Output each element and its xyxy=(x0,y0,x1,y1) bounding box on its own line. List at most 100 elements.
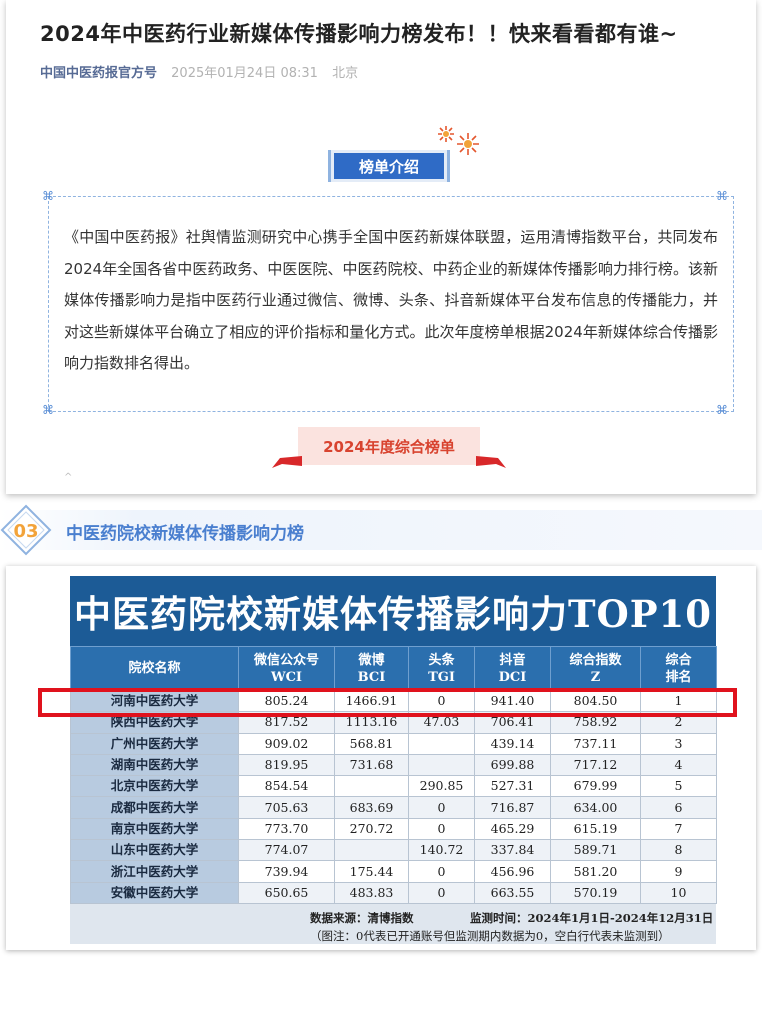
table-cell: 854.54 xyxy=(238,775,335,798)
table-cell: 683.69 xyxy=(334,796,409,819)
source-link[interactable]: 中国中医药报官方号 xyxy=(40,66,157,81)
table-cell: 615.19 xyxy=(550,817,641,841)
intro-badge-label: 榜单介绍 xyxy=(334,153,444,179)
table-cell: 175.44 xyxy=(334,860,409,883)
table-cell: 10 xyxy=(640,881,717,904)
school-name-cell: 南京中医药大学 xyxy=(70,817,239,841)
section-title: 中医药院校新媒体传播影响力榜 xyxy=(66,524,304,544)
corner-ornament-icon: ⌘ xyxy=(42,403,54,417)
table-cell: 634.00 xyxy=(550,796,641,819)
corner-ornament-icon: ⌘ xyxy=(42,189,54,203)
table-cell: 773.70 xyxy=(238,817,335,841)
table-cell: 650.65 xyxy=(238,881,335,904)
data-source: 数据来源：清博指数 xyxy=(310,911,414,925)
intro-paragraph: 《中国中医药报》社舆情监测研究中心携手全国中医药新媒体联盟，运用清博指数平台，共… xyxy=(64,228,718,372)
article-title: 2024年中医药行业新媒体传播影响力榜发布！！快来看看都有谁~ xyxy=(40,22,678,46)
annual-list-badge: 2024年度综合榜单 xyxy=(298,427,480,465)
table-cell: 0 xyxy=(408,817,475,841)
table-cell: 439.14 xyxy=(474,732,551,755)
first-place-highlight xyxy=(38,688,737,717)
column-header: 微博 BCI xyxy=(334,646,409,691)
table-cell: 663.55 xyxy=(474,881,551,904)
table-cell: 570.19 xyxy=(550,881,641,904)
column-header-label: 院校名称 xyxy=(128,661,181,676)
table-cell: 716.87 xyxy=(474,796,551,819)
school-name-cell: 山东中医药大学 xyxy=(70,839,239,862)
table-cell: 6 xyxy=(640,796,717,819)
column-header-label: 抖音 xyxy=(499,652,526,668)
table-cell xyxy=(408,732,475,755)
column-header: 头条 TGI xyxy=(408,646,475,691)
table-cell: 270.72 xyxy=(334,817,409,841)
table-cell: 679.99 xyxy=(550,775,641,798)
section-number: 03 xyxy=(13,521,38,542)
table-cell: 739.94 xyxy=(238,860,335,883)
table-cell: 717.12 xyxy=(550,753,641,777)
column-header-sublabel: WCI xyxy=(270,669,303,685)
school-name-cell: 浙江中医药大学 xyxy=(70,860,239,883)
column-header: 微信公众号 WCI xyxy=(238,646,335,691)
column-header-sublabel: Z xyxy=(590,669,601,685)
article-meta: 中国中医药报官方号 2025年01月24日 08:31 北京 xyxy=(40,62,358,81)
table-cell xyxy=(334,775,409,798)
school-name-cell: 广州中医药大学 xyxy=(70,732,239,755)
intro-badge: 榜单介绍 xyxy=(328,150,450,182)
column-header-label: 微信公众号 xyxy=(253,652,319,668)
column-header-sublabel: TGI xyxy=(428,669,455,685)
table-cell: 819.95 xyxy=(238,753,335,777)
section-number-badge: 03 xyxy=(0,504,52,556)
table-cell: 9 xyxy=(640,860,717,883)
table-cell: 465.29 xyxy=(474,817,551,841)
table-cell: 581.20 xyxy=(550,860,641,883)
table-cell: 774.07 xyxy=(238,839,335,862)
table-cell: 0 xyxy=(408,860,475,883)
publish-location: 北京 xyxy=(332,66,359,81)
table-cell: 568.81 xyxy=(334,732,409,755)
table-cell: 7 xyxy=(640,817,717,841)
table-cell: 140.72 xyxy=(408,839,475,862)
table-footer: 数据来源：清博指数 监测时间：2024年1月1日-2024年12月31日 （图注… xyxy=(70,904,716,944)
column-header: 综合 排名 xyxy=(640,646,717,691)
table-cell xyxy=(334,839,409,862)
publish-date: 2025年01月24日 08:31 xyxy=(171,66,318,81)
table-cell: 8 xyxy=(640,839,717,862)
table-cell: 699.88 xyxy=(474,753,551,777)
ribbon-left-icon xyxy=(272,456,302,468)
monitor-period: 监测时间：2024年1月1日-2024年12月31日 xyxy=(470,911,714,925)
school-name-cell: 安徽中医药大学 xyxy=(70,881,239,904)
column-header-sublabel: DCI xyxy=(498,669,527,685)
table-row: 南京中医药大学 773.70 270.72 0 465.29 615.19 7 xyxy=(70,817,717,841)
school-name-cell: 湖南中医药大学 xyxy=(70,753,239,777)
table-cell: 527.31 xyxy=(474,775,551,798)
column-header: 综合指数 Z xyxy=(550,646,641,691)
column-header-label: 头条 xyxy=(428,652,455,668)
table-cell: 4 xyxy=(640,753,717,777)
table-cell: 0 xyxy=(408,796,475,819)
table-cell: 0 xyxy=(408,881,475,904)
table-cell: 731.68 xyxy=(334,753,409,777)
ribbon-right-icon xyxy=(476,456,506,468)
table-cell: 737.11 xyxy=(550,732,641,755)
table-row: 北京中医药大学 854.54 290.85 527.31 679.99 5 xyxy=(70,775,717,798)
table-row: 浙江中医药大学 739.94 175.44 0 456.96 581.20 9 xyxy=(70,860,717,883)
corner-ornament-icon: ⌘ xyxy=(716,189,728,203)
school-name-cell: 成都中医药大学 xyxy=(70,796,239,819)
table-cell: 337.84 xyxy=(474,839,551,862)
table-row: 成都中医药大学 705.63 683.69 0 716.87 634.00 6 xyxy=(70,796,717,819)
ranking-banner: 中医药院校新媒体传播影响力TOP10 xyxy=(70,576,716,646)
table-note: （图注：0代表已开通账号但监测期内数据为0，空白行代表未监测到） xyxy=(310,929,670,943)
column-header: 院校名称 xyxy=(70,646,239,691)
column-header-sublabel: BCI xyxy=(357,669,386,685)
table-cell: 3 xyxy=(640,732,717,755)
table-cell xyxy=(408,753,475,777)
table-cell: 456.96 xyxy=(474,860,551,883)
school-name-cell: 北京中医药大学 xyxy=(70,775,239,798)
column-header: 抖音 DCI xyxy=(474,646,551,691)
table-body: 河南中医药大学 805.24 1466.91 0 941.40 804.50 1 陕西中医药大… xyxy=(70,689,717,904)
table-row: 广州中医药大学 909.02 568.81 439.14 737.11 3 xyxy=(70,732,717,755)
column-header-label: 微博 xyxy=(358,652,385,668)
corner-ornament-icon: ⌘ xyxy=(716,403,728,417)
column-header-label: 综合 xyxy=(665,652,692,668)
column-header-label: 综合指数 xyxy=(569,652,622,668)
table-cell: 290.85 xyxy=(408,775,475,798)
